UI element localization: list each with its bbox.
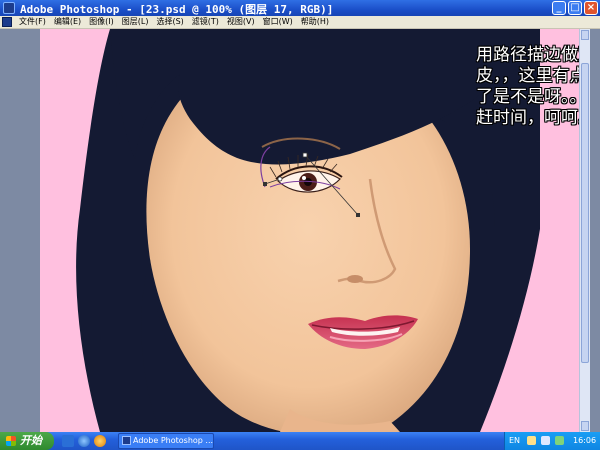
ie-icon[interactable] xyxy=(78,435,90,447)
speaker-icon[interactable] xyxy=(541,436,550,445)
clock[interactable]: 16:06 xyxy=(573,432,596,450)
task-photoshop[interactable]: Adobe Photoshop ... xyxy=(118,433,214,449)
vertical-scrollbar[interactable] xyxy=(579,29,590,432)
scroll-down-button[interactable] xyxy=(581,421,589,431)
tray-app-icon[interactable] xyxy=(555,436,564,445)
window-controls: _ □ × xyxy=(552,1,598,15)
menu-image[interactable]: 图像(I) xyxy=(85,16,118,28)
menu-select[interactable]: 选择(S) xyxy=(152,16,187,28)
photoshop-task-icon xyxy=(122,436,131,445)
menu-file[interactable]: 文件(F) xyxy=(15,16,50,28)
title-bar: Adobe Photoshop - [23.psd @ 100% (图层 17,… xyxy=(0,0,600,16)
start-button[interactable]: 开始 xyxy=(0,432,54,450)
annotation-text: 用路径描边做双眼皮，，这里有点马虎了是不是呀。。我在赶时间，呵呵。。 xyxy=(476,45,590,128)
desktop-icon[interactable] xyxy=(62,435,74,447)
workspace: 用路径描边做双眼皮，，这里有点马虎了是不是呀。。我在赶时间，呵呵。。 xyxy=(0,29,600,432)
media-icon[interactable] xyxy=(94,435,106,447)
system-tray: EN 16:06 xyxy=(504,432,600,450)
menu-window[interactable]: 窗口(W) xyxy=(259,16,297,28)
network-icon[interactable] xyxy=(527,436,536,445)
document-icon[interactable] xyxy=(2,17,12,27)
scroll-up-button[interactable] xyxy=(581,30,589,40)
window-title: Adobe Photoshop - [23.psd @ 100% (图层 17,… xyxy=(20,3,334,16)
windows-flag-icon xyxy=(6,436,16,446)
close-button[interactable]: × xyxy=(584,1,598,15)
language-indicator[interactable]: EN xyxy=(509,432,520,450)
menu-bar: 文件(F) 编辑(E) 图像(I) 图层(L) 选择(S) 滤镜(T) 视图(V… xyxy=(0,16,600,29)
menu-filter[interactable]: 滤镜(T) xyxy=(188,16,223,28)
document-canvas[interactable]: 用路径描边做双眼皮，，这里有点马虎了是不是呀。。我在赶时间，呵呵。。 xyxy=(40,29,590,432)
minimize-button[interactable]: _ xyxy=(552,1,566,15)
menu-layer[interactable]: 图层(L) xyxy=(118,16,153,28)
taskbar: 开始 Adobe Photoshop ... EN 16:06 xyxy=(0,432,600,450)
menu-view[interactable]: 视图(V) xyxy=(223,16,259,28)
task-label: Adobe Photoshop ... xyxy=(133,436,214,445)
scroll-thumb[interactable] xyxy=(581,63,589,363)
nostril xyxy=(347,275,363,283)
maximize-button[interactable]: □ xyxy=(568,1,582,15)
menu-edit[interactable]: 编辑(E) xyxy=(50,16,85,28)
photoshop-icon[interactable] xyxy=(3,2,15,14)
menu-help[interactable]: 帮助(H) xyxy=(297,16,333,28)
start-label: 开始 xyxy=(20,434,42,447)
